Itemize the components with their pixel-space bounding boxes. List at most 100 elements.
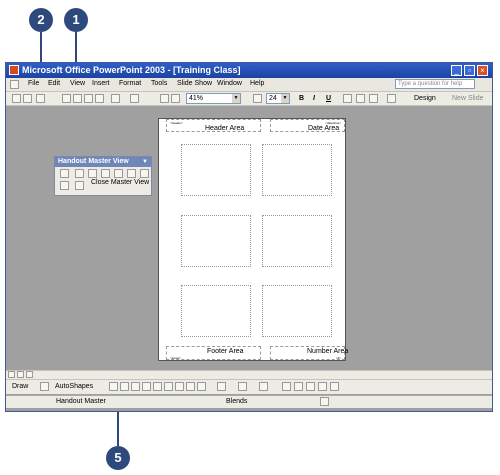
document-icon[interactable] [10,80,19,89]
menu-format[interactable]: Format [119,80,141,87]
number-area-label: Number Area [307,348,349,355]
redo-icon[interactable] [130,94,139,103]
chevron-down-icon: ▼ [232,94,240,103]
callout-1: 1 [64,8,88,32]
chevron-down-icon: ▼ [281,94,289,103]
slide-placeholder-4[interactable] [262,215,332,267]
menu-insert[interactable]: Insert [92,80,110,87]
handout-master-view-toolbar: Handout Master View ▼ Close Master View [54,156,152,196]
font-size-select[interactable]: 24 ▼ [266,93,290,104]
font-size-value: 24 [269,95,277,102]
select-objects-icon[interactable] [40,382,49,391]
number-placeholder-text: <#> [335,356,341,360]
handout-master-slide: <header> Header Area <date/time> Date Ar… [158,118,349,361]
footer-area[interactable]: Footer Area <footer> [166,346,261,360]
align-right-icon[interactable] [369,94,378,103]
six-slides-per-page-icon[interactable] [114,169,123,178]
slide-show-icon[interactable] [26,371,33,378]
3d-style-icon[interactable] [330,382,339,391]
rectangle-icon[interactable] [131,382,140,391]
arrow-style-icon[interactable] [306,382,315,391]
font-color-icon[interactable] [259,382,268,391]
handout-toolbar-title[interactable]: Handout Master View ▼ [55,157,151,167]
status-bar: Handout Master Blends [6,395,492,408]
close-master-view-button[interactable]: Close Master View [91,179,149,186]
zoom-select[interactable]: 41% ▼ [186,93,241,104]
minimize-button[interactable]: _ [451,65,462,76]
callout-2: 2 [29,8,53,32]
show-hide-placeholders-icon[interactable] [60,181,69,190]
header-footer-icon[interactable] [75,181,84,190]
wordart-icon[interactable] [164,382,173,391]
align-left-icon[interactable] [343,94,352,103]
drawing-toolbar: Draw AutoShapes [6,379,492,394]
menu-view[interactable]: View [70,80,85,87]
slide-sorter-view-icon[interactable] [17,371,24,378]
bold-button[interactable]: B [299,95,304,102]
copy-icon[interactable] [73,94,82,103]
menu-bar: File Edit View Insert Format Tools Slide… [6,78,492,92]
title-bar: Microsoft Office PowerPoint 2003 - [Trai… [6,63,492,78]
shadow-style-icon[interactable] [318,382,327,391]
nine-slides-per-page-icon[interactable] [127,169,136,178]
align-center-icon[interactable] [356,94,365,103]
paste-icon[interactable] [84,94,93,103]
zoom-value: 41% [189,95,204,102]
design-button[interactable]: Design [414,95,436,102]
draw-menu-button[interactable]: Draw [12,383,28,390]
footer-area-label: Footer Area [207,348,244,355]
three-slides-per-page-icon[interactable] [88,169,97,178]
handout-toolbar-title-text: Handout Master View [58,158,129,165]
close-button[interactable]: × [477,65,488,76]
four-slides-per-page-icon[interactable] [101,169,110,178]
header-area-label: Header Area [205,125,245,132]
menu-help[interactable]: Help [250,80,264,87]
diagram-icon[interactable] [175,382,184,391]
slide-placeholder-2[interactable] [262,144,332,196]
cut-icon[interactable] [62,94,71,103]
normal-view-icon[interactable] [8,371,15,378]
one-slide-per-page-icon[interactable] [60,169,69,178]
menu-file[interactable]: File [28,80,39,87]
toolbar-options-icon[interactable] [253,94,262,103]
underline-button[interactable]: U [326,95,331,102]
toolbar-dropdown-icon[interactable]: ▼ [142,157,148,167]
two-slides-per-page-icon[interactable] [75,169,84,178]
italic-button[interactable]: I [313,95,315,102]
maximize-button[interactable]: ▫ [464,65,475,76]
menu-window[interactable]: Window [217,80,242,87]
new-icon[interactable] [12,94,21,103]
window-title: Microsoft Office PowerPoint 2003 - [Trai… [22,65,241,75]
clip-art-icon[interactable] [186,382,195,391]
slide-placeholder-3[interactable] [181,215,251,267]
undo-icon[interactable] [111,94,120,103]
line-icon[interactable] [109,382,118,391]
picture-icon[interactable] [197,382,206,391]
menu-slide-show[interactable]: Slide Show [177,80,212,87]
header-area[interactable]: <header> Header Area [166,119,261,132]
slide-placeholder-5[interactable] [181,285,251,337]
bullets-icon[interactable] [387,94,396,103]
open-icon[interactable] [23,94,32,103]
date-area[interactable]: <date/time> Date Area [270,119,345,132]
text-box-icon[interactable] [153,382,162,391]
slide-placeholder-6[interactable] [262,285,332,337]
table-icon[interactable] [160,94,169,103]
oval-icon[interactable] [142,382,151,391]
autoshapes-menu-button[interactable]: AutoShapes [55,383,93,390]
menu-tools[interactable]: Tools [151,80,167,87]
line-style-icon[interactable] [282,382,291,391]
format-painter-icon[interactable] [95,94,104,103]
dash-style-icon[interactable] [294,382,303,391]
line-color-icon[interactable] [238,382,247,391]
outline-view-icon[interactable] [140,169,149,178]
arrow-icon[interactable] [120,382,129,391]
spelling-icon[interactable] [36,94,45,103]
fill-color-icon[interactable] [217,382,226,391]
chart-icon[interactable] [171,94,180,103]
help-search-input[interactable]: Type a question for help [395,79,475,89]
number-area[interactable]: Number Area <#> [270,346,349,360]
new-slide-button[interactable]: New Slide [452,95,484,102]
slide-placeholder-1[interactable] [181,144,251,196]
menu-edit[interactable]: Edit [48,80,60,87]
